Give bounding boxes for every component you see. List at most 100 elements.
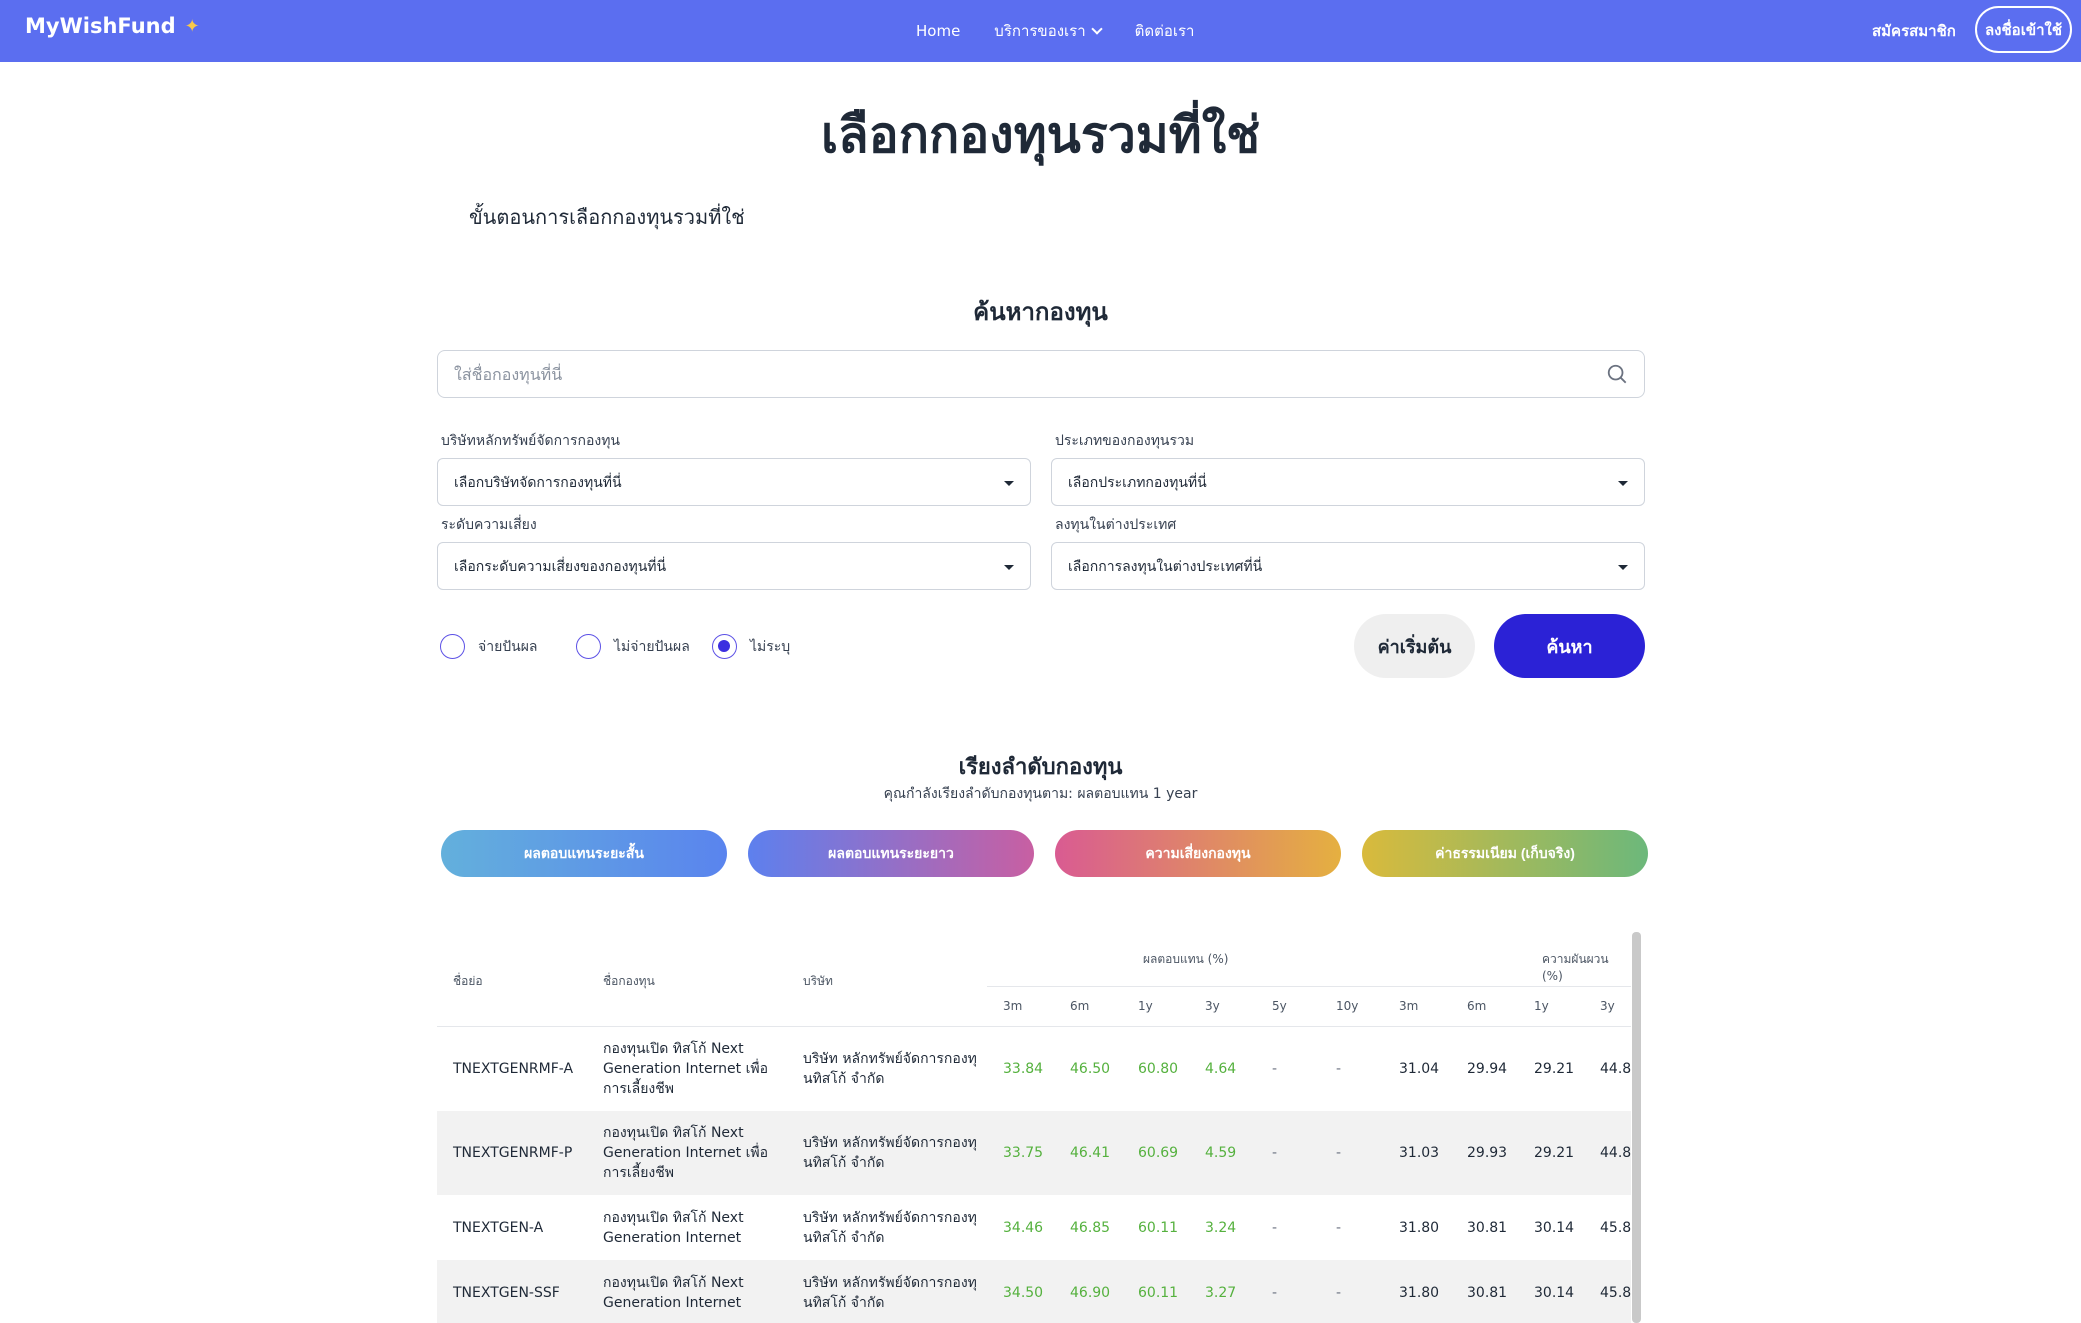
risk-select[interactable]: เลือกระดับความเสี่ยงของกองทุนที่นี่ <box>437 542 1031 590</box>
caret-down-icon <box>1618 481 1628 486</box>
fund-search-input[interactable] <box>454 351 1574 397</box>
period-header-1y-return[interactable]: 1y <box>1138 999 1153 1013</box>
foreign-select-value: เลือกการลงทุนในต่างประเทศที่นี่ <box>1068 559 1263 575</box>
risk-filter-label: ระดับความเสี่ยง <box>441 517 537 533</box>
radio-unspecified[interactable]: ไม่ระบุ <box>712 634 790 659</box>
fund-short-name: TNEXTGENRMF-P <box>453 1145 573 1161</box>
ranking-heading: เรียงลำดับกองทุน <box>958 755 1123 780</box>
volatility-3y: 45.8 <box>1600 1219 1631 1236</box>
fund-short-name: TNEXTGEN-A <box>453 1219 544 1236</box>
signup-link[interactable]: สมัครสมาชิก <box>1872 19 1956 43</box>
return-10y: - <box>1336 1145 1342 1161</box>
radio-no-dividend[interactable]: ไม่จ่ายปันผล <box>576 634 690 659</box>
fund-table: ชื่อย่อ ชื่อกองทุน บริษัท ผลตอบแทน (%) ค… <box>437 932 1631 1323</box>
fund-company: บริษัท หลักทรัพย์จัดการกองทุ นทิสโก้ จำกั… <box>803 1209 977 1246</box>
table-scrollbar[interactable] <box>1632 932 1641 1323</box>
ranking-subtitle: คุณกำลังเรียงลำดับกองทุนตาม: ผลตอบแทน 1 … <box>883 786 1198 802</box>
return-6m: 46.85 <box>1070 1219 1111 1236</box>
sparkle-icon: ✦ <box>184 15 200 37</box>
return-3y: 4.59 <box>1205 1145 1237 1161</box>
fund-company: บริษัท หลักทรัพย์จัดการกองทุ นทิสโก้ จำกั… <box>803 1051 977 1087</box>
volatility-3y: 44.8 <box>1600 1145 1631 1161</box>
period-header-6m-return[interactable]: 6m <box>1070 999 1089 1013</box>
fund-full-name: กองทุนเปิด ทิสโก้ Next Generation Interne… <box>603 1041 769 1097</box>
tab-actual-fee[interactable]: ค่าธรรมเนียม (เก็บจริง) <box>1362 830 1648 877</box>
radio-circle[interactable] <box>440 634 465 659</box>
type-select-value: เลือกประเภทกองทุนที่นี่ <box>1068 475 1207 491</box>
fund-full-name: กองทุนเปิด ทิสโก้ Next Generation Interne… <box>603 1209 744 1246</box>
radio-circle[interactable] <box>576 634 601 659</box>
brand-logo[interactable]: MyWishFund ✦ <box>25 14 200 38</box>
volatility-3y: 45.8 <box>1600 1284 1631 1301</box>
tab-long-term-return[interactable]: ผลตอบแทนระยะยาว <box>748 830 1034 877</box>
return-10y: - <box>1336 1284 1342 1301</box>
company-select[interactable]: เลือกบริษัทจัดการกองทุนที่นี่ <box>437 458 1031 506</box>
nav-services-dropdown[interactable]: บริการของเรา <box>994 19 1103 43</box>
login-button[interactable]: ลงชื่อเข้าใช้ <box>1975 6 2072 53</box>
col-group-volatility: ความผันผวน (%) <box>1542 952 1609 983</box>
return-3m: 34.46 <box>1003 1219 1044 1236</box>
return-3m: 33.75 <box>1003 1145 1044 1161</box>
return-3y: 4.64 <box>1205 1061 1237 1077</box>
col-group-return: ผลตอบแทน (%) <box>1143 952 1229 966</box>
return-6m: 46.41 <box>1070 1145 1111 1161</box>
col-header-short[interactable]: ชื่อย่อ <box>453 972 483 991</box>
brand-name[interactable]: MyWishFund <box>25 14 176 38</box>
type-select[interactable]: เลือกประเภทกองทุนที่นี่ <box>1051 458 1645 506</box>
chevron-down-icon <box>1090 22 1103 35</box>
company-filter-label: บริษัทหลักทรัพย์จัดการกองทุน <box>441 433 620 449</box>
caret-down-icon <box>1004 565 1014 570</box>
table-row[interactable]: TNEXTGENRMF-P กองทุนเปิด ทิสโก้ Next Gener… <box>437 1111 1631 1195</box>
return-1y: 60.11 <box>1138 1219 1179 1236</box>
search-button[interactable]: ค้นหา <box>1494 614 1645 678</box>
radio-label: จ่ายปันผล <box>478 638 538 655</box>
radio-dividend[interactable]: จ่ายปันผล <box>440 634 538 659</box>
period-header-3y-return[interactable]: 3y <box>1205 999 1220 1013</box>
type-filter-label: ประเภทของกองทุนรวม <box>1055 433 1195 449</box>
caret-down-icon <box>1004 481 1014 486</box>
return-6m: 46.50 <box>1070 1061 1111 1077</box>
radio-label: ไม่จ่ายปันผล <box>614 638 690 655</box>
page-title: เลือกกองทุนรวมที่ใช่ <box>820 106 1261 164</box>
return-1y: 60.80 <box>1138 1061 1179 1077</box>
tab-short-term-return[interactable]: ผลตอบแทนระยะสั้น <box>441 830 727 877</box>
volatility-1y: 29.21 <box>1534 1061 1575 1077</box>
return-6m: 46.90 <box>1070 1284 1111 1301</box>
reset-button[interactable]: ค่าเริ่มต้น <box>1354 614 1475 678</box>
return-10y: - <box>1336 1219 1342 1236</box>
table-row[interactable]: TNEXTGEN-A กองทุนเปิด ทิสโก้ Next Generati… <box>437 1195 1631 1260</box>
return-5y: - <box>1272 1061 1278 1077</box>
volatility-6m: 29.93 <box>1467 1145 1508 1161</box>
volatility-1y: 30.14 <box>1534 1219 1575 1236</box>
period-header-3m-volatility[interactable]: 3m <box>1399 999 1418 1013</box>
nav-contact-link[interactable]: ติดต่อเรา <box>1135 19 1195 43</box>
return-3m: 34.50 <box>1003 1284 1044 1301</box>
table-row[interactable]: TNEXTGEN-SSF กองทุนเปิด ทิสโก้ Next Genera… <box>437 1260 1631 1323</box>
return-5y: - <box>1272 1219 1278 1236</box>
nav-home-link[interactable]: Home <box>916 19 960 43</box>
table-row[interactable]: TNEXTGENRMF-A กองทุนเปิด ทิสโก้ Next Gener… <box>437 1027 1631 1111</box>
col-header-company[interactable]: บริษัท <box>803 972 833 991</box>
company-select-value: เลือกบริษัทจัดการกองทุนที่นี่ <box>454 475 622 491</box>
tab-fund-risk[interactable]: ความเสี่ยงกองทุน <box>1055 830 1341 877</box>
period-header-3y-volatility[interactable]: 3y <box>1600 999 1615 1013</box>
foreign-select[interactable]: เลือกการลงทุนในต่างประเทศที่นี่ <box>1051 542 1645 590</box>
return-5y: - <box>1272 1145 1278 1161</box>
search-icon[interactable] <box>1606 363 1628 385</box>
period-header-10y-return[interactable]: 10y <box>1336 999 1358 1013</box>
nav-links: Home บริการของเรา ติดต่อเรา <box>916 19 1194 43</box>
radio-circle-selected[interactable] <box>712 634 737 659</box>
period-header-3m-return[interactable]: 3m <box>1003 999 1022 1013</box>
period-header-5y-return[interactable]: 5y <box>1272 999 1287 1013</box>
period-header-1y-volatility[interactable]: 1y <box>1534 999 1549 1013</box>
volatility-3m: 31.80 <box>1399 1284 1440 1301</box>
col-header-name[interactable]: ชื่อกองทุน <box>603 972 655 991</box>
header-divider <box>987 986 1631 987</box>
return-1y: 60.69 <box>1138 1145 1179 1161</box>
return-1y: 60.11 <box>1138 1284 1179 1301</box>
period-header-6m-volatility[interactable]: 6m <box>1467 999 1486 1013</box>
volatility-1y: 29.21 <box>1534 1145 1575 1161</box>
top-navbar: MyWishFund ✦ Home บริการของเรา ติดต่อเรา… <box>0 0 2081 62</box>
fund-search-box <box>437 350 1645 398</box>
risk-select-value: เลือกระดับความเสี่ยงของกองทุนที่นี่ <box>454 559 667 575</box>
